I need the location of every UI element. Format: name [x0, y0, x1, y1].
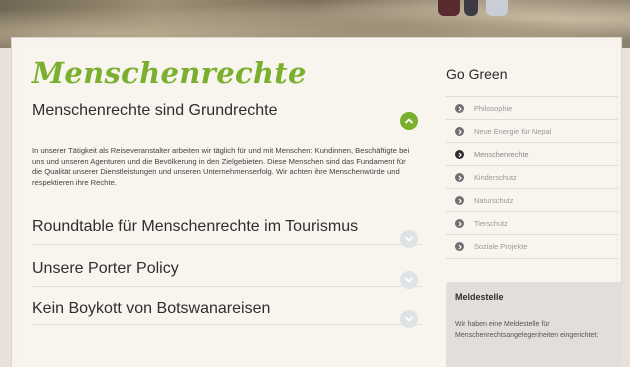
accordion-heading[interactable]: Roundtable für Menschenrechte im Tourism… — [32, 218, 422, 236]
chevron-right-icon — [455, 196, 464, 205]
chevron-right-icon — [455, 150, 464, 159]
sidebar-item-label[interactable]: Neue Energie für Nepal — [474, 127, 551, 136]
sidebar-item-label[interactable]: Kinderschutz — [474, 173, 517, 182]
sidebar-item-label[interactable]: Philosophie — [474, 104, 512, 113]
meldestelle-title: Meldestelle — [455, 292, 504, 302]
sidebar-item-label[interactable]: Menschenrechte — [474, 150, 529, 159]
chevron-right-icon — [455, 104, 464, 113]
sidebar-item-tierschutz[interactable]: Tierschutz — [446, 211, 618, 235]
accordion-section-porter-policy[interactable]: Unsere Porter Policy — [32, 260, 422, 289]
sidebar-item-kinderschutz[interactable]: Kinderschutz — [446, 165, 618, 189]
meldestelle-box: Meldestelle Wir haben eine Meldestelle f… — [446, 282, 622, 367]
accordion-section-roundtable[interactable]: Roundtable für Menschenrechte im Tourism… — [32, 218, 422, 248]
banner-figure — [486, 0, 508, 16]
chevron-right-icon — [455, 127, 464, 136]
sidebar-item-label[interactable]: Soziale Projekte — [474, 242, 527, 251]
accordion-heading[interactable]: Unsere Porter Policy — [32, 260, 422, 278]
sidebar-item-menschenrechte[interactable]: Menschenrechte — [446, 142, 618, 166]
banner-figure — [464, 0, 478, 16]
sidebar-item-neue-energie[interactable]: Neue Energie für Nepal — [446, 119, 618, 143]
chevron-right-icon — [455, 173, 464, 182]
chevron-right-icon — [455, 219, 464, 228]
sidebar-item-naturschutz[interactable]: Naturschutz — [446, 188, 618, 212]
sidebar-item-soziale-projekte[interactable]: Soziale Projekte — [446, 234, 618, 259]
banner-figure — [438, 0, 460, 16]
accordion-section-grundrechte[interactable]: Menschenrechte sind Grundrechte In unser… — [32, 102, 422, 234]
meldestelle-text: Wir haben eine Meldestelle für Menschenr… — [455, 321, 599, 339]
accordion-body: In unserer Tätigkeit als Reiseveranstalt… — [32, 146, 410, 187]
chevron-down-icon[interactable] — [400, 230, 418, 248]
page-title: Menschenrechte — [32, 56, 307, 90]
sidebar-item-philosophie[interactable]: Philosophie — [446, 96, 618, 120]
chevron-right-icon — [455, 242, 464, 251]
sidebar-item-label[interactable]: Tierschutz — [474, 219, 508, 228]
accordion-heading[interactable]: Menschenrechte sind Grundrechte — [32, 102, 422, 120]
chevron-down-icon[interactable] — [400, 310, 418, 328]
chevron-down-icon[interactable] — [400, 271, 418, 289]
accordion-section-botswana[interactable]: Kein Boykott von Botswanareisen — [32, 300, 422, 328]
sidebar-item-label[interactable]: Naturschutz — [474, 196, 513, 205]
chevron-up-icon[interactable] — [400, 112, 418, 130]
accordion-heading[interactable]: Kein Boykott von Botswanareisen — [32, 300, 422, 318]
sidebar-title: Go Green — [446, 66, 508, 82]
